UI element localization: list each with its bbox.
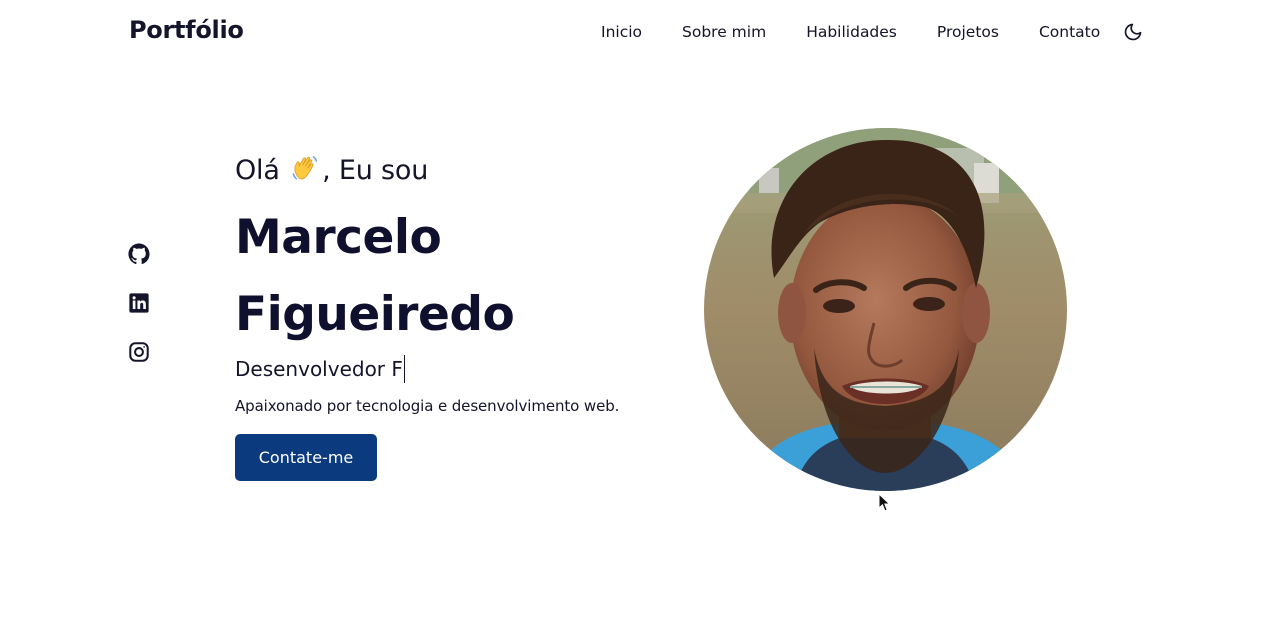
site-logo[interactable]: Portfólio: [129, 16, 244, 44]
name-last: Figueiredo: [235, 287, 515, 342]
moon-icon[interactable]: [1122, 21, 1144, 43]
waving-hand-emoji: [290, 153, 320, 194]
linkedin-icon[interactable]: [128, 292, 150, 314]
nav-link-inicio[interactable]: Inicio: [601, 22, 642, 42]
name-first: Marcelo: [235, 210, 442, 265]
nav-link-projetos[interactable]: Projetos: [937, 22, 999, 42]
nav-link-sobre-mim[interactable]: Sobre mim: [682, 22, 766, 42]
profile-photo: [704, 128, 1067, 491]
nav-link-habilidades[interactable]: Habilidades: [806, 22, 897, 42]
typing-caret: [403, 355, 405, 383]
site-header: Portfólio Inicio Sobre mim Habilidades P…: [0, 0, 1282, 64]
github-icon[interactable]: [128, 243, 150, 265]
hero-greeting: Olá , Eu sou: [235, 152, 675, 194]
contact-button[interactable]: Contate-me: [235, 434, 377, 481]
hero-description: Apaixonado por tecnologia e desenvolvime…: [235, 397, 620, 415]
hero-name: Marcelo Figueiredo: [235, 199, 675, 353]
greeting-text: Olá: [235, 155, 280, 186]
nav-link-contato[interactable]: Contato: [1039, 22, 1100, 42]
social-links: [128, 243, 150, 390]
greeting-suffix: , Eu sou: [322, 155, 429, 186]
typed-role-text: Desenvolvedor F: [235, 357, 403, 381]
hero-section: Olá , Eu sou Marcelo Figueiredo Desenvol…: [235, 152, 675, 481]
main-nav: Inicio Sobre mim Habilidades Projetos Co…: [601, 21, 1144, 43]
typed-role: Desenvolvedor F: [235, 355, 675, 383]
mouse-cursor-icon: [878, 492, 892, 513]
instagram-icon[interactable]: [128, 341, 150, 363]
